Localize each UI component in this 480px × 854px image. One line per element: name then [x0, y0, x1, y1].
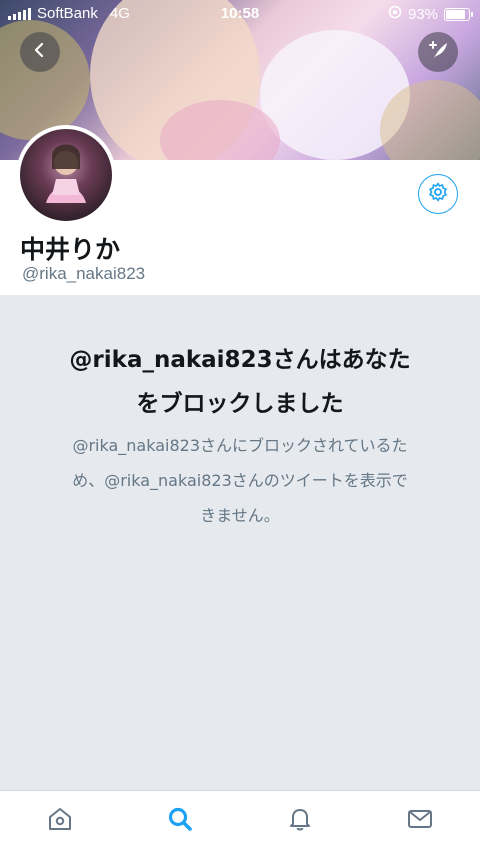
blocked-description-line: きません。 [200, 506, 280, 525]
blocked-description-line: め、@rika_nakai823さんのツイートを表示で [72, 471, 408, 490]
home-icon [46, 805, 74, 837]
status-bar: SoftBank 4G 10:58 93% [0, 0, 480, 28]
compose-feather-icon [427, 39, 449, 65]
blocked-description: @rika_nakai823さんにブロックされているた め、@rika_naka… [40, 428, 440, 533]
profile-handle: @rika_nakai823 [22, 264, 146, 283]
battery-icon [444, 7, 473, 21]
avatar[interactable] [16, 125, 116, 225]
orientation-lock-icon [388, 5, 402, 23]
tab-home[interactable] [42, 803, 78, 839]
mail-icon [406, 805, 434, 837]
gear-icon [428, 182, 448, 206]
settings-button[interactable] [418, 174, 458, 214]
profile-display-name: 中井りか [20, 235, 121, 264]
blocked-description-line: @rika_nakai823さんにブロックされているた [72, 436, 408, 455]
blocked-title: @rika_nakai823さんはあなた をブロックしました [40, 338, 440, 426]
bottom-tab-bar [0, 790, 480, 854]
chevron-left-icon [31, 41, 49, 63]
blocked-title-line: @rika_nakai823さんはあなた [69, 347, 411, 373]
bell-icon [286, 805, 314, 837]
avatar-image [46, 144, 86, 203]
tab-search[interactable] [162, 803, 198, 839]
back-button[interactable] [20, 32, 60, 72]
search-icon [166, 805, 194, 837]
tab-notifications[interactable] [282, 803, 318, 839]
tab-messages[interactable] [402, 803, 438, 839]
battery-fill [446, 9, 465, 19]
compose-tweet-button[interactable] [418, 32, 458, 72]
blocked-title-line: をブロックしました [136, 391, 344, 417]
battery-percent: 93% [407, 5, 438, 23]
